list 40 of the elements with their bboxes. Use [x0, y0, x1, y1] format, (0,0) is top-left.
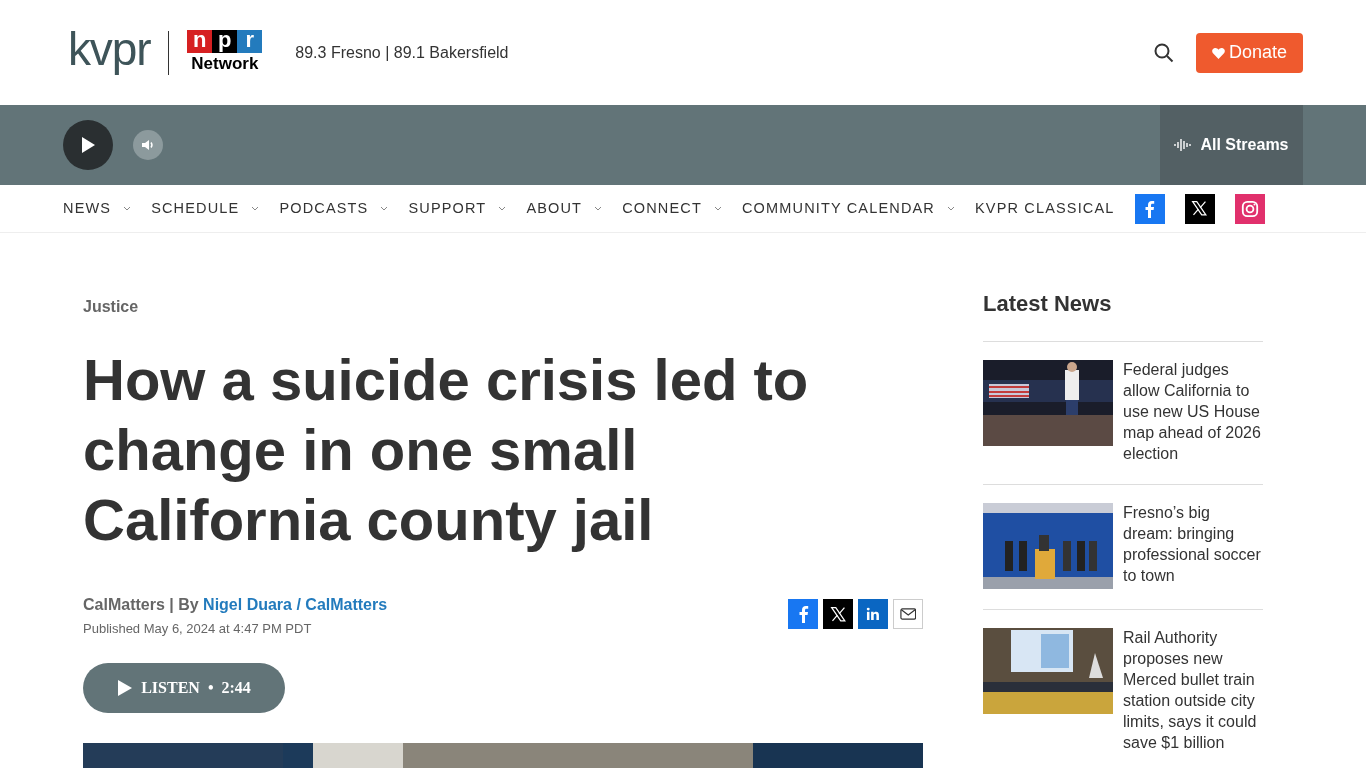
- kvpr-logo[interactable]: kvpr: [68, 25, 151, 80]
- nav-menu-item[interactable]: SCHEDULE: [151, 197, 260, 220]
- author-link[interactable]: Nigel Duara / CalMatters: [203, 596, 388, 613]
- nav-menu-item[interactable]: SUPPORT: [408, 197, 507, 220]
- volume-button[interactable]: [133, 130, 163, 160]
- play-icon: [117, 678, 134, 697]
- nav-menu-item[interactable]: NEWS: [63, 197, 132, 220]
- latest-news-heading: Latest News: [983, 290, 1113, 318]
- search-icon[interactable]: [1153, 42, 1174, 63]
- instagram-icon[interactable]: [1234, 193, 1265, 224]
- nav-menu-item[interactable]: KVPR CLASSICAL: [975, 197, 1115, 220]
- station-frequencies: 89.3 Fresno | 89.1 Bakersfield: [295, 42, 509, 63]
- facebook-icon[interactable]: [788, 599, 818, 629]
- heart-icon: [1211, 46, 1225, 59]
- npr-logo-letter: n: [187, 30, 213, 54]
- byline-source: CalMatters | By: [83, 596, 199, 613]
- nav-menu-item[interactable]: ABOUT: [526, 197, 603, 220]
- npr-logo-letter: p: [212, 30, 238, 54]
- play-icon: [80, 136, 96, 154]
- nav-menu-item[interactable]: CONNECT: [622, 197, 722, 220]
- facebook-icon[interactable]: [1134, 193, 1165, 224]
- play-button[interactable]: [63, 120, 113, 170]
- nav-menu-item[interactable]: COMMUNITY CALENDAR: [741, 197, 955, 220]
- speaker-icon: [141, 139, 155, 151]
- published-date: Published May 6, 2024 at 4:47 PM PDT: [83, 620, 313, 638]
- news-headline-link[interactable]: Federal judges allow California to use new US House map ahead of 2026 election: [1123, 359, 1263, 464]
- network-label: Network: [191, 53, 259, 75]
- nav-menu-item[interactable]: PODCASTS: [279, 197, 389, 220]
- article-headline: How a suicide crisis led to change in one small California county jail: [83, 346, 810, 554]
- all-streams-button[interactable]: All Streams: [1160, 105, 1303, 185]
- section-label[interactable]: Justice: [83, 295, 923, 319]
- news-headline-link[interactable]: Fresno’s big dream: bringing professional soccer to town: [1123, 502, 1263, 589]
- linkedin-icon[interactable]: [858, 599, 888, 629]
- news-headline-link[interactable]: Rail Authority proposes new Merced bullet train station outside city limits, says it could save $1 billion: [1123, 627, 1263, 753]
- waveform-icon: [1174, 137, 1193, 153]
- x-logo-icon[interactable]: [1184, 193, 1215, 224]
- x-logo-icon[interactable]: [823, 599, 853, 629]
- npr-logo-letter: r: [237, 30, 263, 54]
- listen-button[interactable]: LISTEN • 2:44: [83, 662, 285, 713]
- email-icon[interactable]: [893, 599, 923, 629]
